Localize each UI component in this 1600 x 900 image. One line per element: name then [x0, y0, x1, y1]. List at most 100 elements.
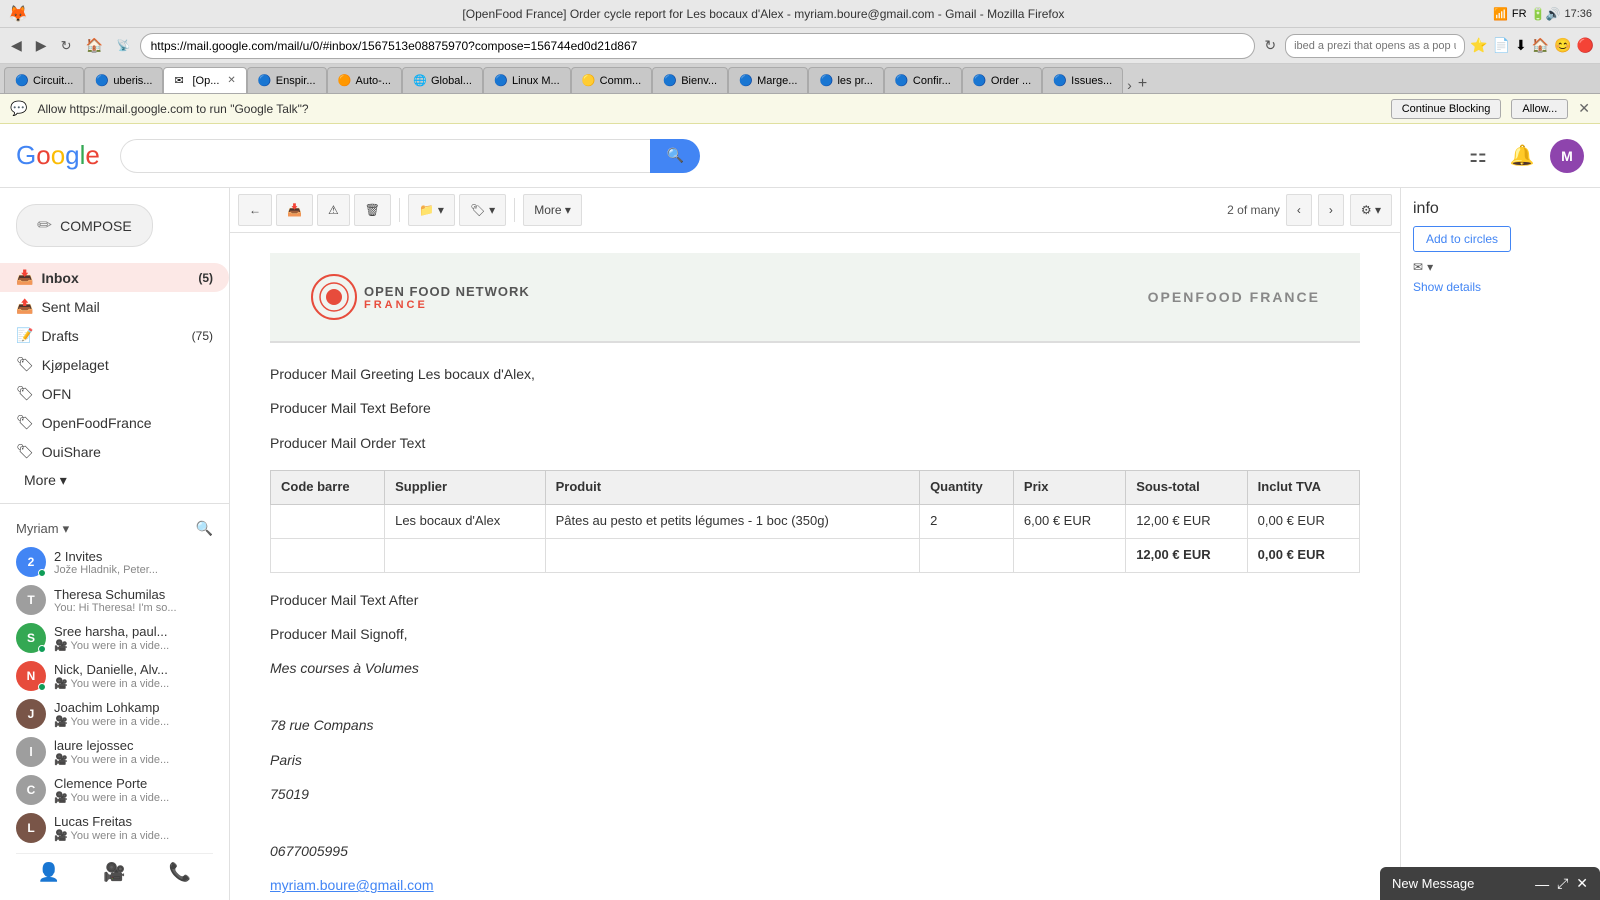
email-header-section: OPEN FOOD NETWORK FRANCE OPENFOOD FRANCE: [270, 253, 1360, 343]
tab-linux[interactable]: 🔵 Linux M...: [483, 67, 571, 93]
home-button[interactable]: 🏠: [80, 35, 107, 56]
more-actions-button[interactable]: More ▾: [523, 194, 582, 226]
tab-auto[interactable]: 🟠 Auto-...: [327, 67, 402, 93]
tab-order[interactable]: 🔵 Order ...: [962, 67, 1042, 93]
settings-button[interactable]: ⚙ ▾: [1350, 194, 1392, 226]
home-icon2[interactable]: 🏠: [1532, 37, 1549, 54]
minimize-compose-button[interactable]: —: [1535, 876, 1549, 892]
tab-gmail[interactable]: ✉ [Op... ✕: [163, 67, 246, 93]
tab-bienv[interactable]: 🔵 Bienv...: [652, 67, 728, 93]
refresh-button[interactable]: ↻: [56, 36, 77, 56]
sidebar: ✏ COMPOSE 📥 Inbox (5) 📤 Sent Mail 📝 Draf…: [0, 188, 230, 900]
address-bar[interactable]: [140, 33, 1256, 59]
forward-button[interactable]: ▶: [31, 35, 52, 56]
delete-button[interactable]: 🗑: [354, 194, 391, 226]
compose-button[interactable]: ✏ COMPOSE: [16, 204, 153, 247]
sidebar-item-openfoodfrance[interactable]: 🏷 OpenFoodFrance: [0, 408, 229, 437]
video-call-icon[interactable]: 🎥: [103, 862, 125, 883]
reader-icon[interactable]: 📄: [1493, 37, 1510, 54]
email-link[interactable]: myriam.boure@gmail.com: [270, 877, 434, 893]
tab-favicon-auto: 🟠: [338, 74, 352, 88]
email-dropdown[interactable]: ✉ ▾: [1413, 260, 1588, 274]
table-row: Les bocaux d'Alex Pâtes au pesto et peti…: [271, 504, 1360, 538]
search-bar[interactable]: [1285, 34, 1465, 58]
contact-lucas[interactable]: L Lucas Freitas 🎥 You were in a vide...: [16, 809, 213, 847]
allow-button[interactable]: Allow...: [1511, 99, 1568, 119]
contact-preview-clemence: 🎥 You were in a vide...: [54, 791, 169, 804]
contacts-search-button[interactable]: 🔍: [196, 520, 213, 537]
tab-comm[interactable]: 🟡 Comm...: [571, 67, 653, 93]
continue-blocking-button[interactable]: Continue Blocking: [1391, 99, 1502, 119]
contact-preview-invites: Jože Hladnik, Peter...: [54, 564, 158, 576]
maximize-compose-button[interactable]: ⤢: [1557, 875, 1568, 892]
user-avatar[interactable]: M: [1550, 139, 1584, 173]
sidebar-item-ofn[interactable]: 🏷 OFN: [0, 379, 229, 408]
tab-issues[interactable]: 🔵 Issues...: [1042, 67, 1123, 93]
archive-button[interactable]: 📥: [276, 194, 313, 226]
notification-icon: 💬: [10, 100, 27, 117]
contact-nick[interactable]: N Nick, Danielle, Alv... 🎥 You were in a…: [16, 657, 213, 695]
toolbar-sep-1: [399, 198, 400, 222]
contact-laure[interactable]: l laure lejossec 🎥 You were in a vide...: [16, 733, 213, 771]
sidebar-divider: [0, 503, 229, 504]
add-to-circles-button[interactable]: Add to circles: [1413, 226, 1511, 252]
contact-sree[interactable]: S Sree harsha, paul... 🎥 You were in a v…: [16, 619, 213, 657]
tab-marge[interactable]: 🔵 Marge...: [728, 67, 808, 93]
contact-joachim[interactable]: J Joachim Lohkamp 🎥 You were in a vide..…: [16, 695, 213, 733]
tab-global[interactable]: 🌐 Global...: [402, 67, 483, 93]
phone-icon[interactable]: 📞: [169, 862, 191, 883]
tab-close-gmail[interactable]: ✕: [227, 75, 235, 86]
volume-icon: 🔊: [1546, 7, 1561, 21]
labels-button[interactable]: 🏷 ▾: [459, 194, 506, 226]
sidebar-item-ouishare[interactable]: 🏷 OuiShare: [0, 437, 229, 466]
gmail-search-button[interactable]: 🔍: [650, 139, 699, 173]
sidebar-item-drafts[interactable]: 📝 Drafts (75): [0, 321, 229, 350]
battery-icon: 🔋: [1531, 7, 1546, 21]
sidebar-item-sent[interactable]: 📤 Sent Mail: [0, 292, 229, 321]
report-spam-button[interactable]: ⚠: [317, 194, 350, 226]
back-to-inbox-button[interactable]: ←: [238, 194, 272, 226]
reload-button[interactable]: ↻: [1259, 35, 1281, 56]
toolbar-right: 2 of many ‹ › ⚙ ▾: [1227, 194, 1392, 226]
tab-lesp[interactable]: 🔵 les pr...: [808, 67, 883, 93]
move-to-button[interactable]: 📁 ▾: [408, 194, 455, 226]
sidebar-item-more[interactable]: More ▾: [0, 466, 229, 495]
show-details-link[interactable]: Show details: [1413, 280, 1588, 294]
search-container: 🔍: [120, 139, 700, 173]
label-icon-4: 🏷: [16, 443, 34, 460]
tab-enspir[interactable]: 🔵 Enspir...: [247, 67, 327, 93]
next-email-button[interactable]: ›: [1318, 194, 1344, 226]
contact-invites[interactable]: 2 2 Invites Jože Hladnik, Peter...: [16, 543, 213, 581]
tab-favicon-linux: 🔵: [494, 74, 508, 88]
back-button[interactable]: ◀: [6, 35, 27, 56]
bookmark-icon[interactable]: ⭐: [1470, 37, 1487, 54]
cell-prix: 6,00 € EUR: [1013, 504, 1125, 538]
col-supplier: Supplier: [385, 471, 546, 505]
addon-icon[interactable]: 🔴: [1577, 37, 1594, 54]
close-compose-button[interactable]: ✕: [1576, 875, 1588, 892]
contact-name-theresa: Theresa Schumilas: [54, 587, 177, 602]
tab-favicon-enspir: 🔵: [258, 74, 272, 88]
add-person-icon[interactable]: 👤: [38, 862, 60, 883]
inbox-label: Inbox: [41, 270, 78, 286]
cell-sous-total: 12,00 € EUR: [1126, 504, 1247, 538]
notification-close-button[interactable]: ✕: [1578, 100, 1590, 117]
contact-clemence[interactable]: C Clemence Porte 🎥 You were in a vide...: [16, 771, 213, 809]
tab-confir[interactable]: 🔵 Confir...: [884, 67, 962, 93]
rss-button[interactable]: 📡: [112, 37, 136, 54]
tab-circuit[interactable]: 🔵 Circuit...: [4, 67, 84, 93]
emoji-icon[interactable]: 😊: [1554, 37, 1571, 54]
cell-supplier: Les bocaux d'Alex: [385, 504, 546, 538]
bell-icon[interactable]: 🔔: [1506, 140, 1538, 172]
prev-email-button[interactable]: ‹: [1286, 194, 1312, 226]
apps-icon[interactable]: ⚏: [1462, 140, 1494, 172]
sidebar-item-kjopelaget[interactable]: 🏷 Kjøpelaget: [0, 350, 229, 379]
gmail-search-input[interactable]: [120, 139, 651, 173]
tab-uberis[interactable]: 🔵 uberis...: [84, 67, 163, 93]
content-area: ✏ COMPOSE 📥 Inbox (5) 📤 Sent Mail 📝 Draf…: [0, 188, 1600, 900]
download-icon[interactable]: ⬇: [1515, 37, 1527, 54]
contact-theresa[interactable]: T Theresa Schumilas You: Hi Theresa! I'm…: [16, 581, 213, 619]
email-content: OPEN FOOD NETWORK FRANCE OPENFOOD FRANCE…: [230, 233, 1400, 900]
new-tab-button[interactable]: +: [1132, 75, 1153, 93]
sidebar-item-inbox[interactable]: 📥 Inbox (5): [0, 263, 229, 292]
